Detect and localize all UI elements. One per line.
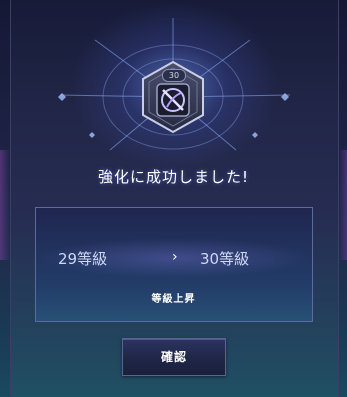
confirm-button[interactable]: 確認 xyxy=(122,338,226,376)
item-level-badge: 30 xyxy=(162,69,186,82)
dialog-frame: 30 強化に成功しました! 29等級 › 30等級 等級上昇 確認 xyxy=(0,0,347,397)
new-level: 30等級 xyxy=(200,250,250,268)
arrow-right-icon: › xyxy=(172,249,178,265)
level-up-label: 等級上昇 xyxy=(151,294,196,305)
previous-level: 29等級 xyxy=(58,250,108,268)
result-title: 強化に成功しました! xyxy=(97,168,249,186)
